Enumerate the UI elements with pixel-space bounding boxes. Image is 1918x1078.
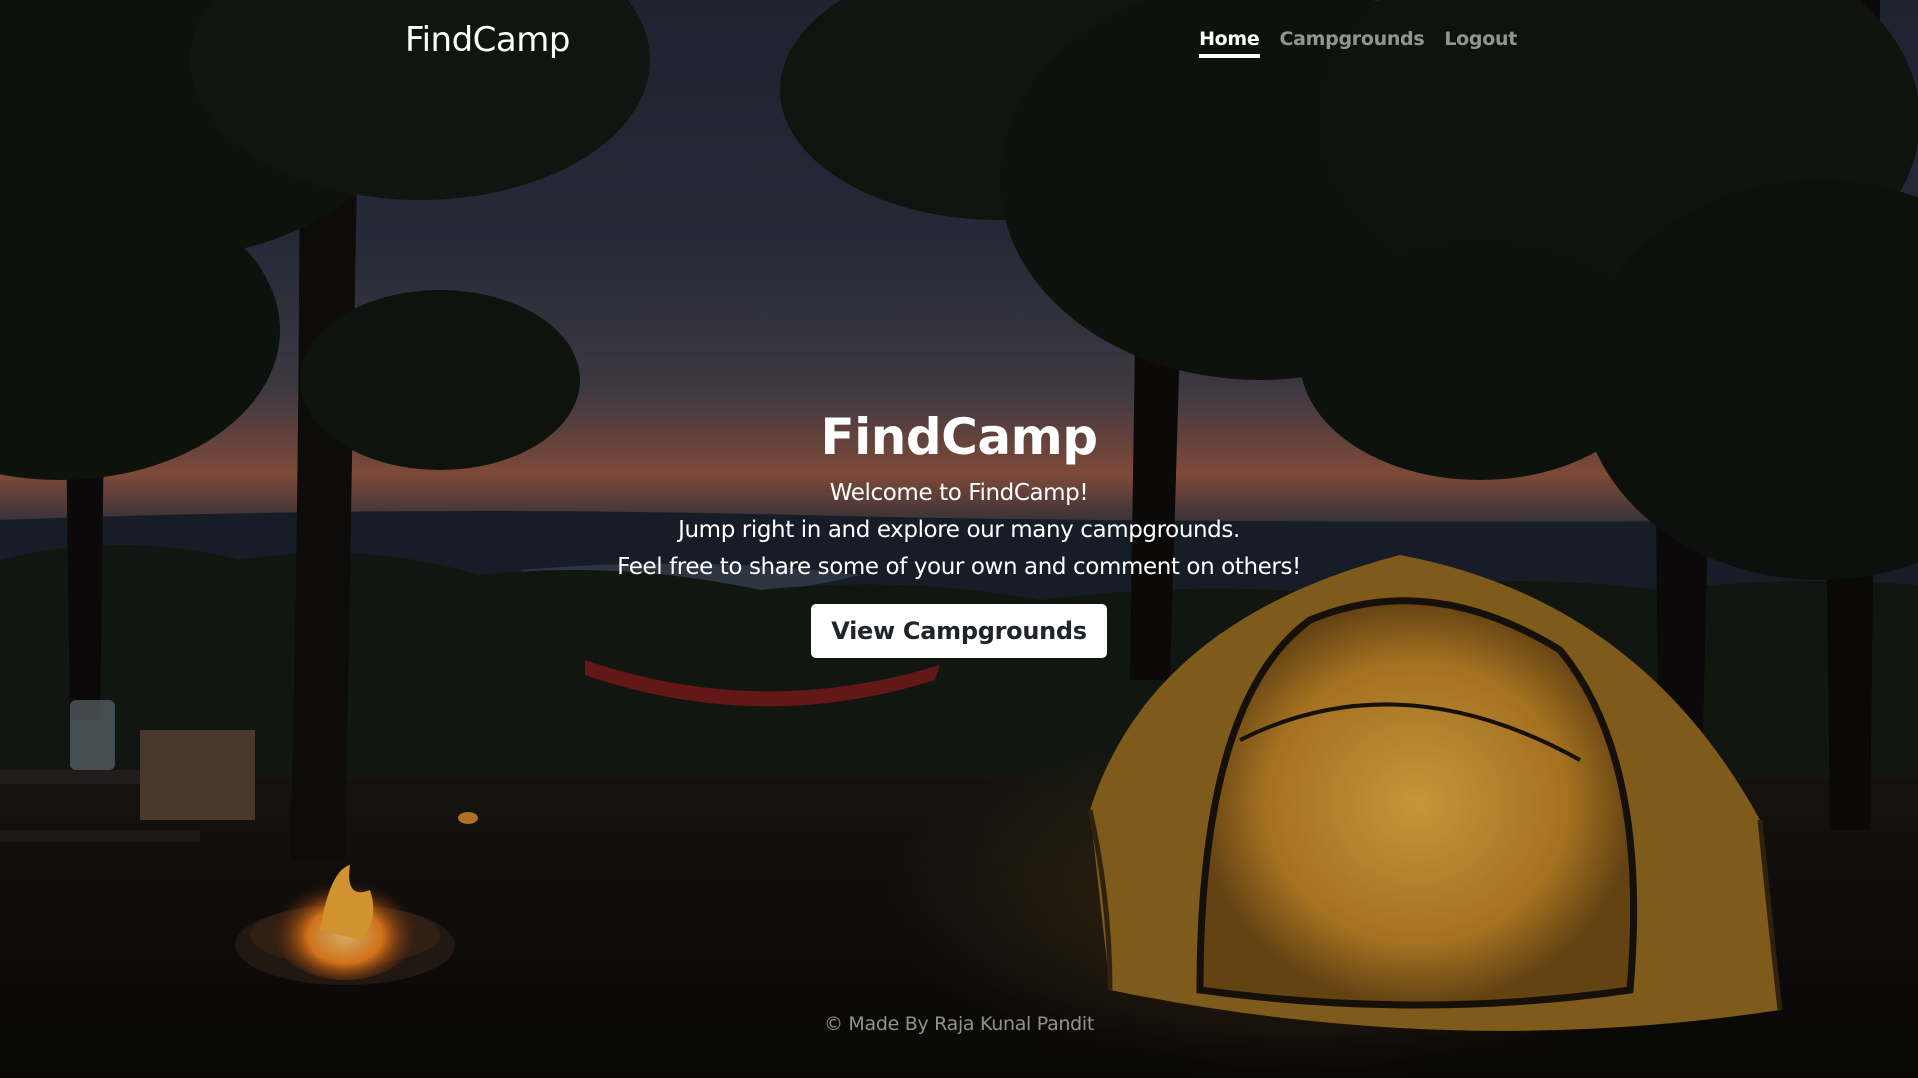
nav-home-link[interactable]: Home [1199, 28, 1260, 58]
hero-line-explore: Jump right in and explore our many campg… [678, 517, 1240, 543]
nav-links: Home Campgrounds Logout [1199, 28, 1517, 58]
view-campgrounds-button[interactable]: View Campgrounds [811, 604, 1107, 658]
hero-line-welcome: Welcome to FindCamp! [829, 480, 1089, 506]
brand-logo[interactable]: FindCamp [405, 20, 570, 60]
nav-campgrounds-link[interactable]: Campgrounds [1280, 28, 1425, 58]
hero-line-share: Feel free to share some of your own and … [617, 554, 1301, 580]
footer-credit: © Made By Raja Kunal Pandit [823, 1013, 1095, 1035]
nav-logout-link[interactable]: Logout [1444, 28, 1517, 58]
hero-lead: Welcome to FindCamp! Jump right in and e… [0, 475, 1918, 586]
hero-title: FindCamp [820, 408, 1098, 466]
page-footer: © Made By Raja Kunal Pandit [0, 1013, 1918, 1035]
hero-section: FindCamp Welcome to FindCamp! Jump right… [0, 405, 1918, 658]
top-navbar: FindCamp Home Campgrounds Logout [405, 0, 1517, 86]
